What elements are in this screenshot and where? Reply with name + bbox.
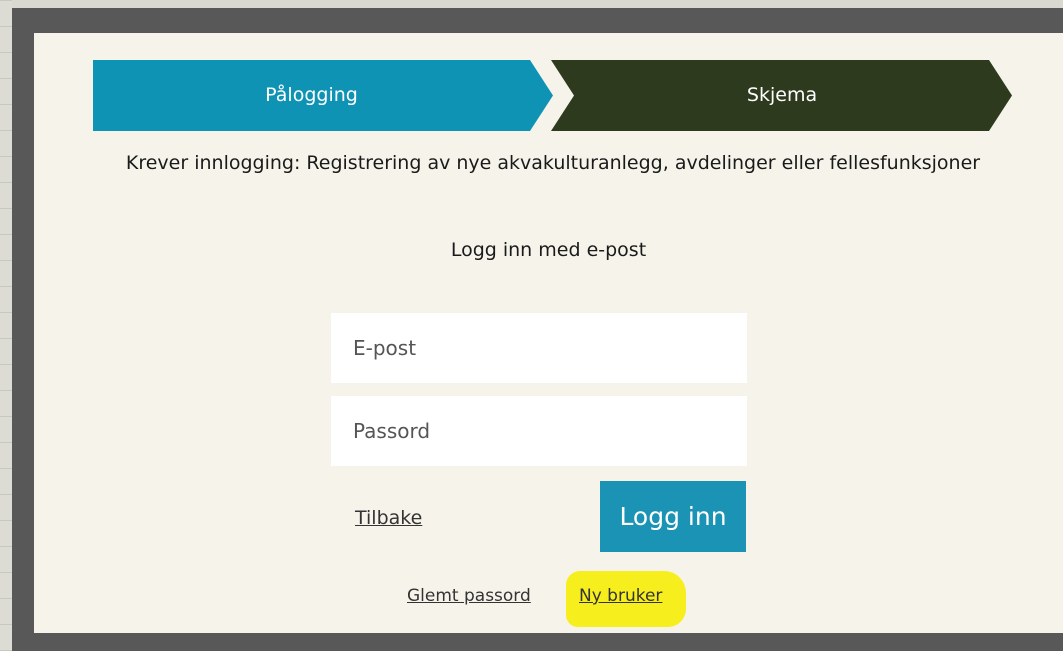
forgot-password-link[interactable]: Glemt passord: [407, 586, 531, 606]
back-link[interactable]: Tilbake: [355, 507, 422, 529]
step-login-label: Pålogging: [265, 84, 358, 106]
login-with-email-heading: Logg inn med e-post: [450, 239, 647, 261]
login-required-message: Krever innlogging: Registrering av nye a…: [125, 152, 981, 174]
password-field[interactable]: [331, 396, 747, 466]
new-user-link[interactable]: Ny bruker: [579, 586, 662, 606]
login-modal: Pålogging Skjema Krever innlogging: Regi…: [12, 8, 1063, 651]
screen: Pålogging Skjema Krever innlogging: Regi…: [0, 0, 1063, 651]
login-button[interactable]: Logg inn: [600, 481, 746, 552]
step-form: Skjema: [551, 60, 1012, 131]
step-login: Pålogging: [93, 60, 553, 131]
email-field[interactable]: [331, 313, 747, 383]
step-form-label: Skjema: [746, 84, 818, 106]
progress-steps: Pålogging Skjema: [93, 60, 1012, 131]
modal-content: Pålogging Skjema Krever innlogging: Regi…: [34, 33, 1063, 633]
background-page: [0, 0, 12, 651]
